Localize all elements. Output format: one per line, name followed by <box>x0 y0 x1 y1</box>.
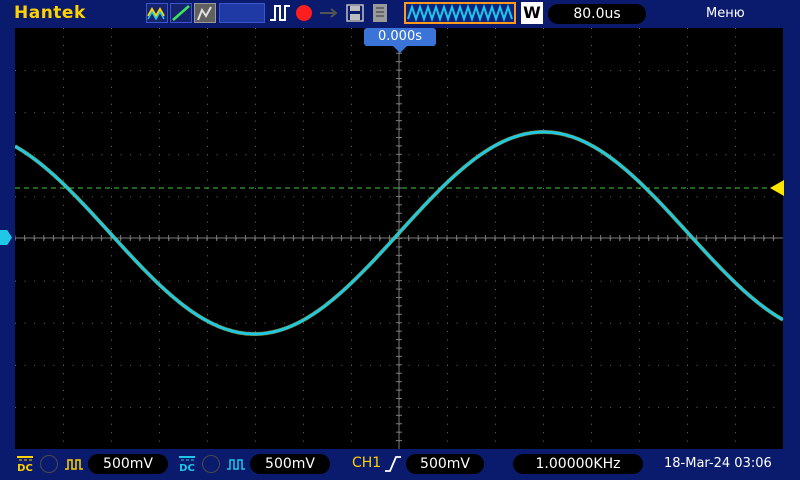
brand-logo: Hantek <box>14 3 86 23</box>
ch2-coupling[interactable]: DC <box>176 454 198 474</box>
menu-button[interactable]: Меню <box>706 6 745 21</box>
wave-mode-icon[interactable] <box>146 3 168 23</box>
trigger-position-readout[interactable]: 0.000s <box>364 28 436 46</box>
top-bar: Hantek W 80.0us Меню <box>0 0 800 28</box>
timebase-readout[interactable]: 80.0us <box>548 4 646 24</box>
trigger-position-arrow <box>393 46 407 53</box>
frequency-readout: 1.00000KHz <box>513 454 643 474</box>
memory-depth-icon[interactable] <box>404 2 516 24</box>
ch2-bandwidth-icon[interactable] <box>202 455 220 473</box>
trigger-edge-icon[interactable] <box>269 3 291 23</box>
record-icon[interactable] <box>296 5 312 21</box>
ch1-volts-per-div[interactable]: 500mV <box>88 454 168 474</box>
scope-graticule <box>14 27 784 449</box>
ch1-wave-icon[interactable] <box>64 455 84 473</box>
ch2-volts-per-div[interactable]: 500mV <box>250 454 330 474</box>
save-icon[interactable] <box>346 3 364 23</box>
ch1-bandwidth-icon[interactable] <box>40 455 58 473</box>
bottom-bar: DC 500mV DC 500mV CH1 500mV 1.00000KHz 1… <box>0 449 800 480</box>
ch1-coupling[interactable]: DC <box>14 454 36 474</box>
datetime-readout: 18-Mar-24 03:06 <box>664 456 772 471</box>
acquire-mode-indicator <box>219 3 265 23</box>
mode-indicator: W <box>521 2 543 24</box>
channel-ground-marker[interactable] <box>0 230 12 245</box>
trigger-level-readout[interactable]: 500mV <box>406 454 484 474</box>
arrow-icon[interactable] <box>318 3 340 23</box>
ch2-wave-icon[interactable] <box>226 455 246 473</box>
trigger-source[interactable]: CH1 <box>352 455 381 471</box>
rising-edge-icon[interactable] <box>384 455 402 473</box>
copy-icon[interactable] <box>370 3 392 23</box>
line-mode-icon[interactable] <box>170 3 192 23</box>
waveform-display[interactable] <box>14 27 784 449</box>
persistence-icon[interactable] <box>194 3 216 23</box>
